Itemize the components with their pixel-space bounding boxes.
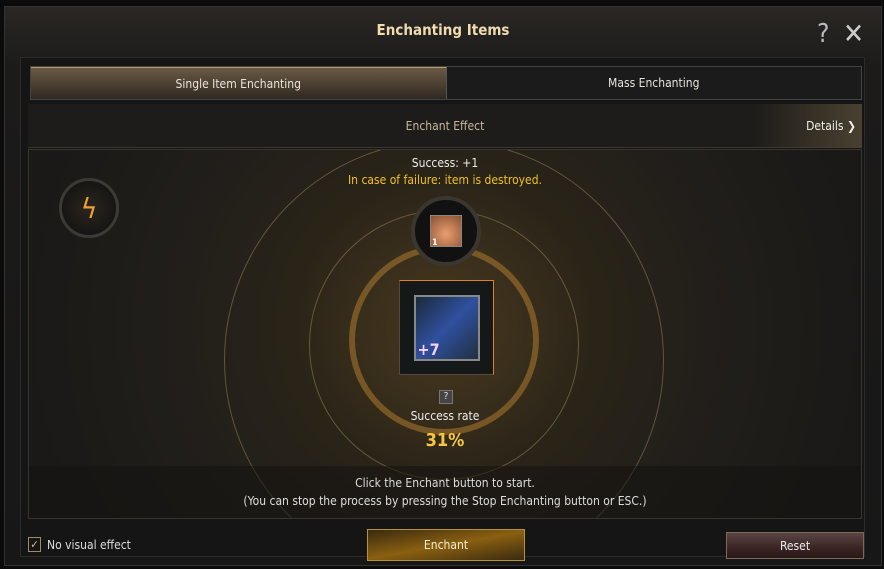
enchanting-window: Enchanting Items ? ✕ Single Item Enchant… bbox=[4, 6, 882, 566]
item-icon: +7 bbox=[413, 294, 480, 361]
lightning-icon[interactable]: ϟ bbox=[59, 178, 119, 238]
help-icon[interactable]: ? bbox=[817, 19, 829, 49]
success-rate-help-icon[interactable]: ? bbox=[439, 390, 453, 404]
enchant-button[interactable]: Enchant bbox=[367, 529, 525, 561]
tab-mass-enchanting[interactable]: Mass Enchanting bbox=[446, 67, 861, 99]
window-title: Enchanting Items bbox=[376, 21, 510, 39]
material-count: 1 bbox=[432, 238, 438, 248]
success-rate-label: Success rate bbox=[410, 409, 480, 423]
stop-hint-text: (You can stop the process by pressing th… bbox=[243, 494, 647, 508]
success-result-text: Success: +1 bbox=[411, 156, 479, 170]
chevron-right-icon: ❯ bbox=[846, 119, 856, 133]
enchant-stage: ϟ Success: +1 In case of failure: item i… bbox=[28, 149, 862, 519]
success-rate-value: 31% bbox=[425, 430, 465, 451]
content-panel: Single Item Enchanting Mass Enchanting E… bbox=[20, 57, 865, 561]
details-label: Details bbox=[806, 119, 844, 133]
item-enchant-level: +7 bbox=[417, 339, 440, 359]
failure-warning-text: In case of failure: item is destroyed. bbox=[348, 173, 542, 187]
checkbox-label: No visual effect bbox=[47, 537, 131, 552]
instruction-text: Click the Enchant button to start. bbox=[355, 476, 535, 490]
details-button[interactable]: Details ❯ bbox=[752, 104, 862, 148]
material-slot[interactable]: 1 bbox=[411, 196, 481, 266]
close-icon[interactable]: ✕ bbox=[843, 17, 864, 50]
message-bar bbox=[29, 466, 861, 518]
checkbox-check-icon: ✓ bbox=[28, 537, 41, 552]
enchant-effect-bar: Enchant Effect Details ❯ bbox=[28, 104, 862, 148]
enchant-effect-label: Enchant Effect bbox=[405, 119, 485, 133]
item-slot[interactable]: +7 bbox=[399, 280, 494, 375]
enchant-scroll-icon: 1 bbox=[430, 215, 462, 248]
reset-button[interactable]: Reset bbox=[726, 532, 864, 559]
no-visual-effect-checkbox[interactable]: ✓ No visual effect bbox=[28, 537, 131, 552]
tab-single-item-enchanting[interactable]: Single Item Enchanting bbox=[31, 67, 447, 99]
tab-bar: Single Item Enchanting Mass Enchanting bbox=[30, 66, 862, 100]
